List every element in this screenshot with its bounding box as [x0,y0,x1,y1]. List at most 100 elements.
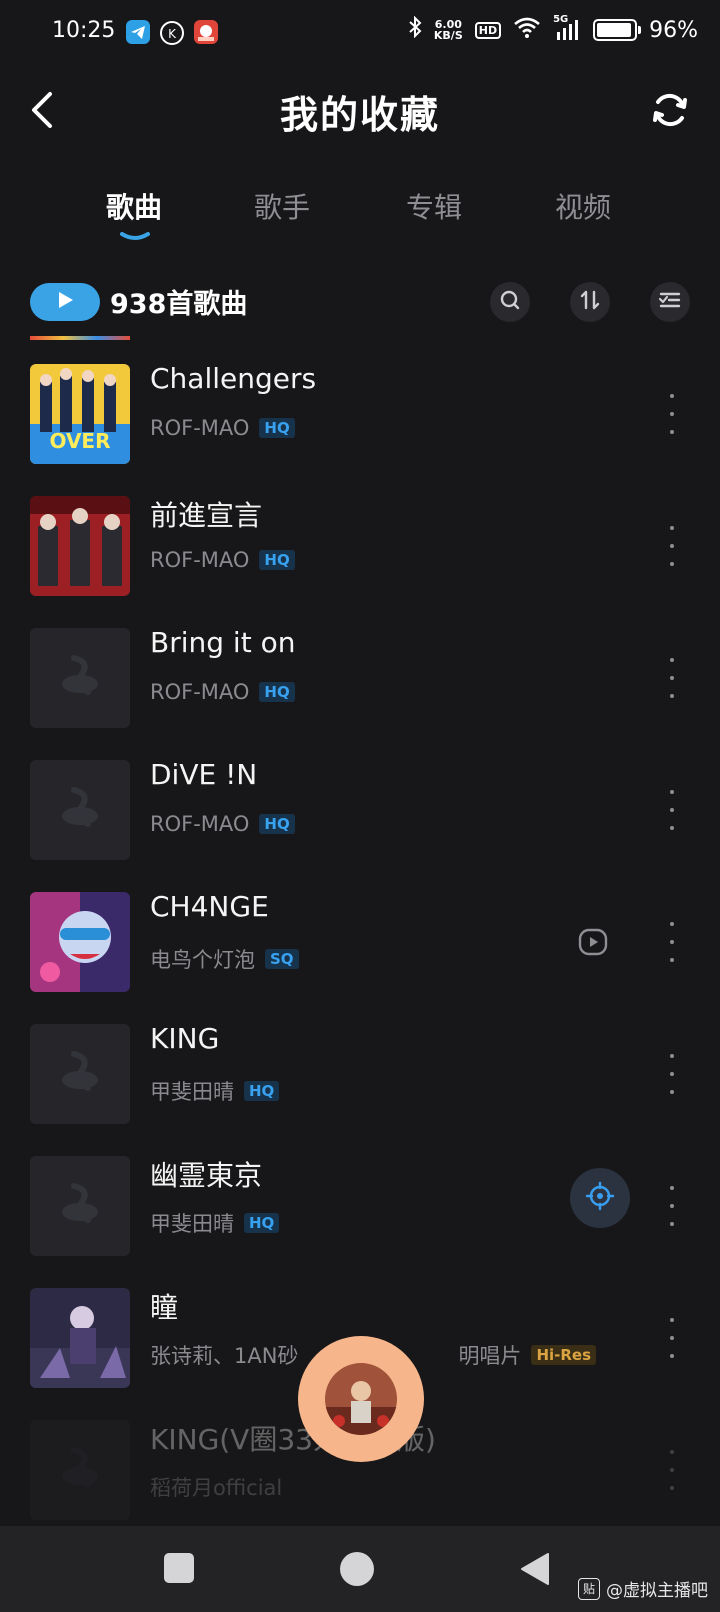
tab-albums[interactable]: 专辑 [406,186,462,226]
tab-indicator [120,226,150,240]
song-title: CH4NGE [150,890,269,923]
more-options-icon[interactable] [660,790,684,830]
sort-button[interactable] [570,282,610,322]
song-title: DiVE !N [150,758,258,791]
song-title: 幽霊東京 [150,1159,263,1192]
multi-select-button[interactable] [650,282,690,322]
song-row[interactable]: 幽霊東京甲斐田晴 HQ [0,1116,720,1256]
battery-percent: 96% [649,17,698,43]
song-subtitle: ROF-MAO HQ [150,548,295,572]
telegram-icon [126,20,150,44]
quality-badge: HQ [259,418,295,438]
song-row[interactable]: KING 甲斐田晴 HQ [0,984,720,1124]
back-icon[interactable] [518,1552,552,1590]
quality-badge: Hi-Res [531,1345,597,1365]
song-subtitle: 电鸟个灯泡 SQ [150,944,299,974]
song-title: Challengers [150,362,317,395]
song-title: 前進宣言 [150,499,263,532]
k-app-icon: K [160,21,184,45]
watermark-text: @虚拟主播吧 [606,1581,708,1601]
search-button[interactable] [490,282,530,322]
recents-icon[interactable] [164,1553,194,1583]
signal-label: 5G [553,14,569,25]
home-icon[interactable] [340,1552,374,1586]
net-speed: 6.00 KB/S [434,19,463,41]
battery-fill [597,23,632,37]
status-indicators: 6.00 KB/S HD 5G 96% [408,14,698,44]
song-artist: 电鸟个灯泡 [150,948,255,972]
quality-badge: HQ [259,682,295,702]
song-row[interactable]: Bring it on ROF-MAO HQ [0,588,720,728]
bluetooth-icon [408,15,422,44]
watermark: 贴 @虚拟主播吧 [578,1576,708,1601]
song-artist: ROF-MAO [150,680,250,704]
refresh-icon [648,93,692,136]
svg-text:OVER: OVER [49,429,110,453]
song-subtitle: ROF-MAO HQ [150,812,295,836]
watermark-logo: 贴 [578,1577,600,1600]
song-subtitle: ROF-MAO HQ [150,680,295,704]
mini-player-cover [325,1363,397,1435]
more-options-icon[interactable] [660,526,684,566]
page-title: 我的收藏 [279,93,440,137]
crosshair-icon [585,1181,615,1215]
song-artist: 甲斐田晴 [150,1080,234,1104]
song-title: KING [150,1022,220,1055]
song-row[interactable]: 前進宣言 ROF-MAO HQ [0,456,720,596]
album-cover [30,892,130,992]
song-row[interactable]: OVER Challengers ROF-MAO HQ [0,336,720,464]
hd-badge: HD [474,21,502,39]
song-artist: 张诗莉、1AN砂 [150,1344,299,1368]
wifi-icon [513,16,541,44]
song-title: Bring it on [150,626,296,659]
locate-current-button[interactable] [570,1168,630,1228]
search-icon [498,288,522,316]
battery-icon [593,19,642,41]
song-subtitle: 甲斐田晴 HQ [150,1208,280,1238]
tab-videos[interactable]: 视频 [555,186,611,226]
quality-badge: HQ [244,1213,280,1233]
refresh-button[interactable] [648,88,692,132]
song-artist: ROF-MAO [150,812,250,836]
song-artist: ROF-MAO [150,416,250,440]
more-options-icon[interactable] [660,1318,684,1358]
song-count: 938首歌曲 [110,289,248,320]
status-time: 10:25 [52,18,116,43]
more-options-icon[interactable] [660,1054,684,1094]
album-cover [30,496,130,596]
song-artist: 甲斐田晴 [150,1212,234,1236]
more-options-icon[interactable] [660,1450,684,1490]
signal-icon: 5G [553,14,581,42]
album-cover [30,1288,130,1388]
mini-player[interactable] [298,1336,424,1462]
quality-badge: HQ [259,814,295,834]
more-options-icon[interactable] [660,658,684,698]
song-row[interactable]: CH4NGE 电鸟个灯泡 SQ [0,852,720,992]
placeholder-cover-icon [30,760,130,860]
song-artist: ROF-MAO [150,548,250,572]
play-all-button[interactable] [30,283,100,321]
tab-artists[interactable]: 歌手 [254,186,310,226]
more-options-icon[interactable] [660,394,684,434]
placeholder-cover-icon [30,1420,130,1520]
svg-text:K: K [168,27,177,41]
quality-badge: HQ [244,1081,280,1101]
tab-songs[interactable]: 歌曲 [106,186,162,226]
song-title: 瞳 [150,1291,179,1324]
song-subtitle: 稻荷月official [150,1472,282,1502]
red-app-icon [194,20,218,44]
placeholder-cover-icon [30,1024,130,1124]
more-options-icon[interactable] [660,922,684,962]
sort-icon [578,288,602,316]
song-artist: 稻荷月official [150,1476,283,1500]
play-icon [54,289,76,315]
more-options-icon[interactable] [660,1186,684,1226]
song-row[interactable]: DiVE !N ROF-MAO HQ [0,720,720,860]
song-artist-tail: 明唱片 [458,1344,522,1368]
placeholder-cover-icon [30,1156,130,1256]
album-cover: OVER [30,364,130,464]
quality-badge: HQ [259,550,295,570]
mv-play-icon[interactable] [578,928,608,960]
quality-badge: SQ [265,949,299,969]
placeholder-cover-icon [30,628,130,728]
